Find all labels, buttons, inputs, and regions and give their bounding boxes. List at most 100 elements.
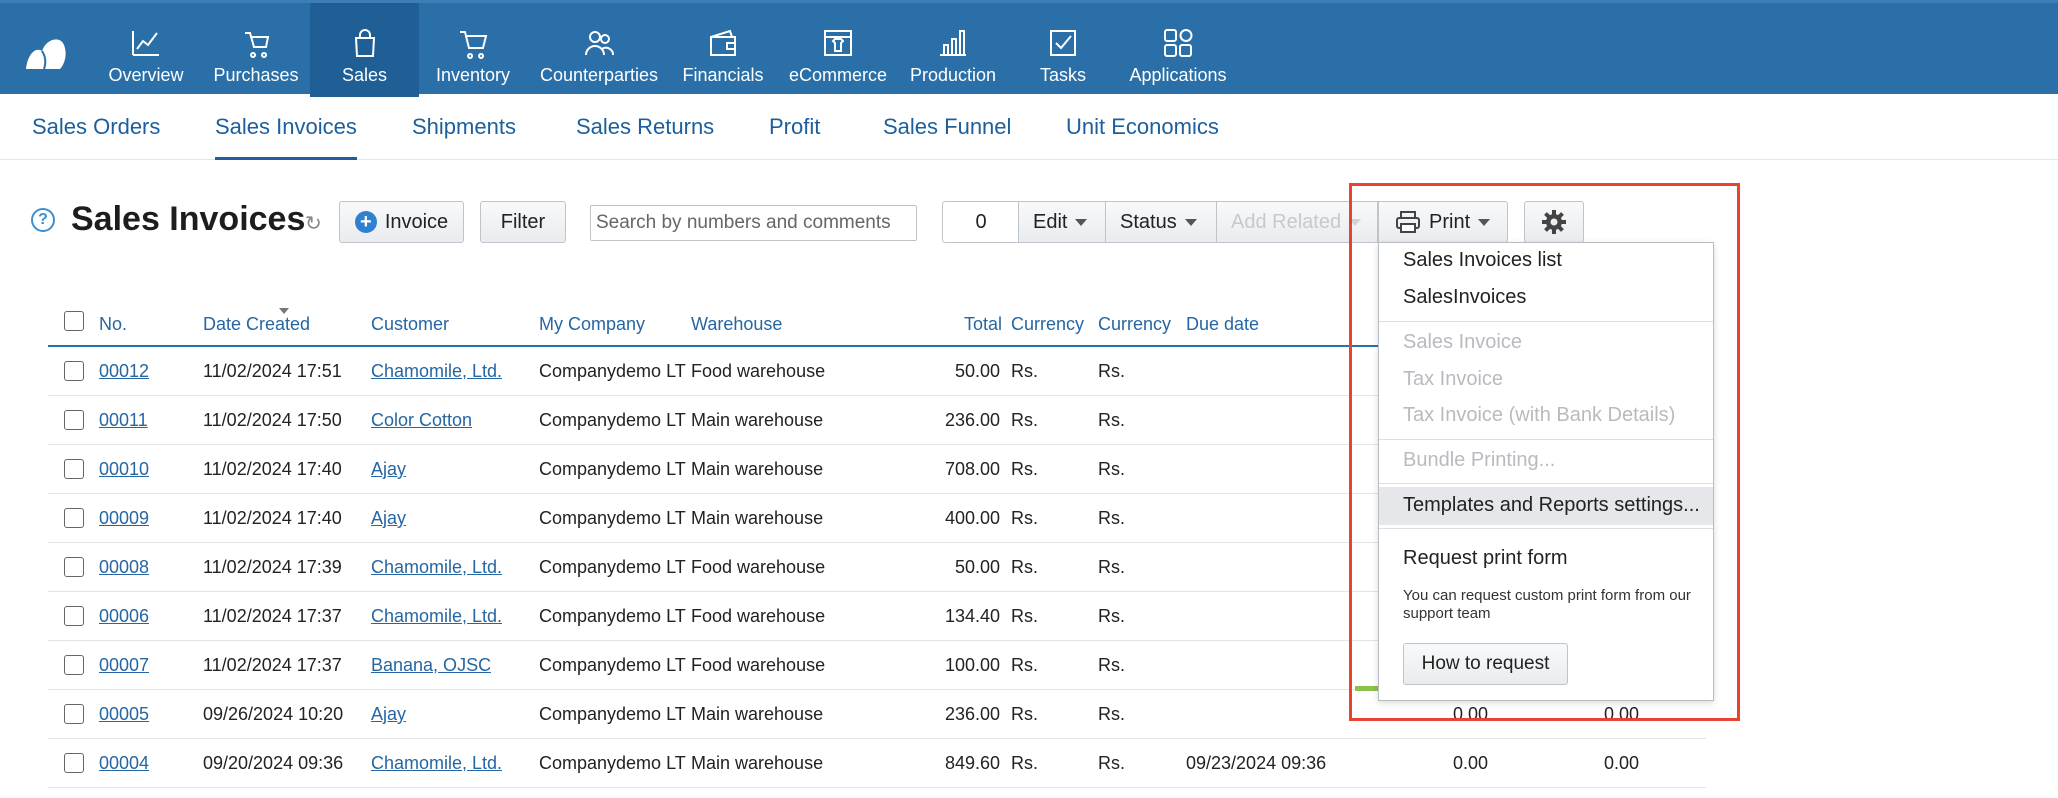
- customer-link[interactable]: Color Cotton: [371, 410, 472, 431]
- select-all-checkbox[interactable]: [64, 311, 84, 331]
- checkbox-icon: [1050, 30, 1076, 56]
- row-checkbox[interactable]: [64, 508, 84, 528]
- customer-link[interactable]: Chamomile, Ltd.: [371, 753, 502, 774]
- subnav-sales-invoices[interactable]: Sales Invoices: [215, 114, 357, 160]
- edit-label: Edit: [1033, 210, 1068, 233]
- total: 134.40: [944, 606, 1000, 626]
- date-created: 11/02/2024 17:40: [203, 508, 342, 528]
- currency: Rs.: [1098, 361, 1125, 381]
- invoice-number-link[interactable]: 00009: [99, 508, 149, 529]
- nav-inventory[interactable]: Inventory: [430, 3, 516, 97]
- nav-label: Tasks: [1039, 65, 1086, 85]
- column-header-date-created[interactable]: Date Created: [203, 314, 310, 335]
- nav-overview[interactable]: Overview: [106, 3, 186, 97]
- status-dropdown[interactable]: Status: [1105, 201, 1217, 243]
- nav-applications[interactable]: Applications: [1127, 3, 1229, 97]
- date-created: 11/02/2024 17:50: [203, 410, 342, 430]
- my-company: Companydemo LTD: [539, 508, 686, 528]
- row-checkbox[interactable]: [64, 459, 84, 479]
- customer-link[interactable]: Banana, OJSC: [371, 655, 491, 676]
- row-checkbox[interactable]: [64, 606, 84, 626]
- column-header-currency[interactable]: Currency: [1098, 314, 1171, 335]
- status-label: Status: [1120, 210, 1177, 233]
- subnav-shipments[interactable]: Shipments: [412, 114, 516, 160]
- warehouse: Food warehouse: [691, 557, 826, 577]
- storefront-icon: [824, 30, 852, 56]
- customer-link[interactable]: Ajay: [371, 508, 406, 529]
- annotation-highlight-box: [1349, 183, 1740, 721]
- nav-financials[interactable]: Financials: [680, 3, 766, 97]
- warehouse: Main warehouse: [691, 459, 824, 479]
- column-header-my-company[interactable]: My Company: [539, 314, 645, 335]
- subnav-profit[interactable]: Profit: [769, 114, 820, 160]
- invoice-number-link[interactable]: 00007: [99, 655, 149, 676]
- invoice-number-link[interactable]: 00011: [99, 410, 148, 431]
- moysklad-logo-icon[interactable]: [24, 31, 68, 71]
- warehouse: Food warehouse: [691, 655, 826, 675]
- factory-icon: [940, 30, 966, 56]
- table-row[interactable]: 00004 09/20/2024 09:36 Chamomile, Ltd. Comp…: [48, 739, 1706, 788]
- nav-label: Sales: [341, 65, 388, 85]
- subnav-sales-funnel[interactable]: Sales Funnel: [883, 114, 1011, 160]
- date-created: 11/02/2024 17:40: [203, 459, 342, 479]
- nav-label: Counterparties: [539, 65, 659, 85]
- column-header-customer[interactable]: Customer: [371, 314, 449, 335]
- wallet-icon: [710, 29, 736, 56]
- nav-tasks[interactable]: Tasks: [1036, 3, 1090, 97]
- customer-link[interactable]: Chamomile, Ltd.: [371, 557, 502, 578]
- top-navigation-bar: Overview Purchases Sales Inventory Count…: [0, 0, 2058, 97]
- row-checkbox[interactable]: [64, 753, 84, 773]
- warehouse: Main warehouse: [691, 753, 824, 773]
- nav-sales[interactable]: Sales: [310, 3, 419, 97]
- warehouse: Main warehouse: [691, 704, 824, 724]
- warehouse: Main warehouse: [691, 410, 824, 430]
- help-icon[interactable]: ?: [31, 208, 55, 232]
- currency: Rs.: [1098, 557, 1125, 577]
- invoice-number-link[interactable]: 00012: [99, 361, 149, 382]
- edit-dropdown[interactable]: Edit: [1018, 201, 1106, 243]
- nav-purchases[interactable]: Purchases: [210, 3, 302, 97]
- currency: Rs.: [1011, 508, 1038, 528]
- search-input[interactable]: [590, 205, 917, 241]
- my-company: Companydemo LTD: [539, 557, 686, 577]
- shopping-bag-icon: [354, 29, 375, 57]
- add-invoice-label: Invoice: [384, 210, 449, 233]
- nav-production[interactable]: Production: [907, 3, 999, 97]
- customer-link[interactable]: Chamomile, Ltd.: [371, 361, 502, 382]
- customer-link[interactable]: Ajay: [371, 459, 406, 480]
- currency: Rs.: [1011, 655, 1038, 675]
- shopping-cart-icon: [460, 31, 488, 59]
- row-checkbox[interactable]: [64, 704, 84, 724]
- column-header-total[interactable]: Total: [964, 314, 1002, 335]
- customer-link[interactable]: Chamomile, Ltd.: [371, 606, 502, 627]
- subnav-sales-returns[interactable]: Sales Returns: [576, 114, 714, 160]
- subnav-sales-orders[interactable]: Sales Orders: [32, 114, 160, 160]
- subnav-unit-economics[interactable]: Unit Economics: [1066, 114, 1219, 160]
- sort-descending-icon: [279, 308, 289, 314]
- nav-ecommerce[interactable]: eCommerce: [788, 3, 888, 97]
- customer-link[interactable]: Ajay: [371, 704, 406, 725]
- refresh-icon[interactable]: ↻: [305, 214, 325, 234]
- row-checkbox[interactable]: [64, 655, 84, 675]
- invoice-number-link[interactable]: 00006: [99, 606, 149, 627]
- invoice-number-link[interactable]: 00005: [99, 704, 149, 725]
- column-header-no[interactable]: No.: [99, 314, 127, 335]
- currency: Rs.: [1011, 704, 1038, 724]
- invoice-number-link[interactable]: 00008: [99, 557, 149, 578]
- row-checkbox[interactable]: [64, 557, 84, 577]
- row-checkbox[interactable]: [64, 410, 84, 430]
- column-header-due-date[interactable]: Due date: [1186, 314, 1259, 335]
- invoice-number-link[interactable]: 00010: [99, 459, 149, 480]
- my-company: Companydemo LTD: [539, 606, 686, 626]
- row-checkbox[interactable]: [64, 361, 84, 381]
- date-created: 09/20/2024 09:36: [203, 753, 344, 773]
- warehouse: Food warehouse: [691, 361, 826, 381]
- currency: Rs.: [1098, 410, 1125, 430]
- invoice-number-link[interactable]: 00004: [99, 753, 149, 774]
- total: 236.00: [944, 410, 1000, 430]
- filter-button[interactable]: Filter: [480, 201, 566, 243]
- nav-counterparties[interactable]: Counterparties: [538, 3, 660, 97]
- add-invoice-button[interactable]: + Invoice: [339, 201, 464, 243]
- column-header-warehouse[interactable]: Warehouse: [691, 314, 782, 335]
- column-header-currency[interactable]: Currency: [1011, 314, 1084, 335]
